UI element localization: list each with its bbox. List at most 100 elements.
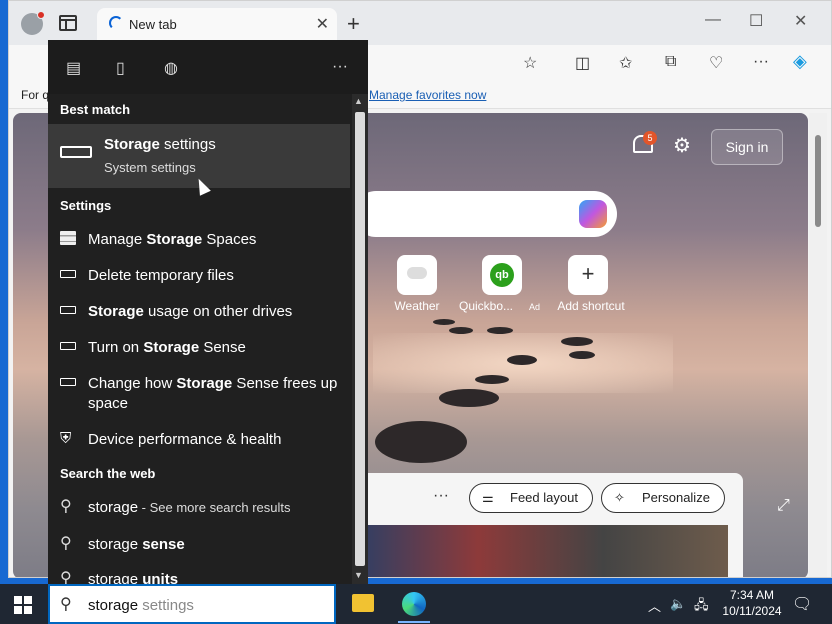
minimize-button[interactable]: — — [705, 11, 721, 29]
quick-link-weather[interactable] — [397, 255, 437, 295]
expand-icon[interactable]: ⤢ — [777, 497, 790, 515]
new-tab-button[interactable]: + — [347, 11, 360, 37]
windows-search-panel: ▤ ▯ ◍ ··· Best match Storage settings Sy… — [48, 40, 368, 584]
browser-essentials-icon[interactable]: ♡ — [709, 53, 723, 73]
sign-in-button[interactable]: Sign in — [711, 129, 783, 165]
clock-date: 10/11/2024 — [722, 604, 782, 618]
workspaces-icon[interactable] — [59, 15, 77, 31]
tab-new-tab[interactable]: New tab ✕ — [97, 8, 337, 40]
search-panel-header: ▤ ▯ ◍ ··· — [48, 40, 368, 94]
feed-more-icon[interactable]: ··· — [433, 487, 449, 505]
maximize-button[interactable]: ☐ — [749, 11, 763, 31]
result-label: storage sense — [88, 536, 185, 553]
web-filter-icon[interactable]: ◍ — [164, 58, 178, 78]
storage-spaces-icon — [60, 231, 76, 245]
scroll-down-icon[interactable]: ▼ — [354, 570, 363, 580]
search-icon: ⚲ — [60, 498, 72, 515]
result-manage-storage-spaces[interactable]: Manage Storage Spaces — [48, 230, 350, 254]
result-label: Delete temporary files — [88, 267, 234, 284]
result-delete-temporary-files[interactable]: Delete temporary files — [48, 266, 350, 290]
best-match-name: Storage settings — [104, 136, 216, 153]
close-window-button[interactable]: ✕ — [794, 11, 807, 31]
windows-logo-tile — [14, 596, 22, 604]
page-scrollbar[interactable] — [809, 113, 827, 577]
feed-layout-button[interactable]: ⚌ Feed layout — [469, 483, 593, 513]
drive-icon — [60, 306, 76, 314]
active-app-indicator — [398, 621, 430, 623]
star-icon[interactable]: ☆ — [523, 53, 537, 73]
background-rock — [439, 389, 499, 407]
quick-link-quickbooks[interactable]: qb — [482, 255, 522, 295]
scroll-up-icon[interactable]: ▲ — [354, 96, 363, 106]
clock-time: 7:34 AM — [729, 588, 775, 602]
results-scrollbar-thumb[interactable] — [355, 112, 365, 566]
result-storage-usage-other-drives[interactable]: Storage usage on other drives — [48, 302, 350, 326]
settings-heading: Settings — [60, 198, 112, 213]
results-scrollbar[interactable]: ▲ ▼ — [352, 94, 368, 584]
ad-label: Ad — [529, 302, 541, 312]
result-device-performance-health[interactable]: ⛨ Device performance & health — [48, 430, 350, 454]
show-hidden-icons-chevron-icon[interactable]: ︿ — [648, 596, 661, 615]
more-icon[interactable]: ··· — [753, 53, 769, 71]
taskbar: ⚲ storage settings ︿ 🔈 🖧 7:34 AM 10/11/2… — [0, 584, 832, 624]
file-explorer-icon[interactable] — [352, 594, 374, 612]
profile-avatar[interactable] — [21, 11, 45, 35]
favorites-icon[interactable]: ✩ — [619, 53, 632, 73]
web-result-storage-sense[interactable]: ⚲ storage sense — [48, 535, 350, 559]
weather-icon — [407, 267, 427, 279]
quick-link-label: Quickbo... — [458, 299, 514, 313]
web-search-box[interactable] — [353, 191, 617, 237]
taskbar-search-input[interactable]: ⚲ storage settings — [48, 584, 336, 624]
windows-logo-tile — [14, 606, 22, 614]
favorites-bar-text: For q — [21, 88, 50, 102]
edge-icon[interactable] — [402, 592, 426, 616]
search-query: storage settings — [88, 597, 194, 614]
scrollbar-thumb[interactable] — [815, 135, 821, 227]
loading-icon — [109, 16, 123, 30]
quick-link-label: Add shortcut — [557, 299, 625, 313]
apps-filter-icon[interactable]: ▤ — [66, 58, 81, 78]
web-result-storage[interactable]: ⚲ storage - See more search results — [48, 498, 350, 522]
background-rock — [449, 327, 473, 334]
close-tab-icon[interactable]: ✕ — [316, 14, 329, 34]
copilot-icon[interactable] — [579, 200, 607, 228]
notifications-icon[interactable]: 🗨 — [792, 594, 812, 614]
drive-icon — [60, 270, 76, 278]
tab-strip: New tab ✕ + — ☐ ✕ — [9, 1, 831, 45]
add-shortcut-button[interactable]: + — [568, 255, 608, 295]
news-image[interactable] — [353, 525, 728, 577]
plus-icon: + — [581, 261, 595, 286]
documents-filter-icon[interactable]: ▯ — [116, 58, 125, 78]
network-icon[interactable]: 🖧 — [694, 596, 709, 618]
personalize-label: Personalize — [642, 490, 710, 505]
search-icon: ⚲ — [60, 535, 72, 552]
result-label: Device performance & health — [88, 431, 282, 448]
copilot-icon[interactable]: ◈ — [793, 51, 807, 72]
split-screen-icon[interactable]: ◫ — [575, 53, 590, 73]
feed-layout-label: Feed layout — [510, 490, 578, 505]
settings-gear-icon[interactable]: ⚙ — [673, 133, 691, 158]
volume-muted-icon[interactable]: 🔈 — [670, 596, 686, 612]
background-rock — [507, 355, 537, 365]
background-rock — [569, 351, 595, 359]
search-icon: ⚲ — [60, 596, 72, 613]
result-label: Change how Storage Sense frees up space — [88, 375, 338, 412]
result-label: storage units — [88, 571, 179, 584]
search-icon: ⚲ — [60, 570, 72, 584]
start-button[interactable] — [14, 596, 32, 614]
result-change-storage-sense[interactable]: Change how Storage Sense frees up space — [48, 374, 350, 418]
background-rock — [561, 337, 593, 346]
result-label: Turn on Storage Sense — [88, 339, 246, 356]
background-rock — [475, 375, 509, 384]
more-options-icon[interactable]: ··· — [332, 58, 348, 76]
storage-device-icon — [60, 146, 92, 158]
personalize-button[interactable]: ✧ Personalize — [601, 483, 725, 513]
web-result-storage-units[interactable]: ⚲ storage units — [48, 570, 350, 584]
collections-icon[interactable]: ⧉ — [665, 53, 676, 71]
result-turn-on-storage-sense[interactable]: Turn on Storage Sense — [48, 338, 350, 362]
system-clock[interactable]: 7:34 AM 10/11/2024 — [712, 587, 792, 619]
windows-logo-tile — [24, 606, 32, 614]
drive-icon — [60, 342, 76, 350]
manage-favorites-link[interactable]: Manage favorites now — [369, 88, 486, 102]
best-match-heading: Best match — [60, 102, 131, 117]
